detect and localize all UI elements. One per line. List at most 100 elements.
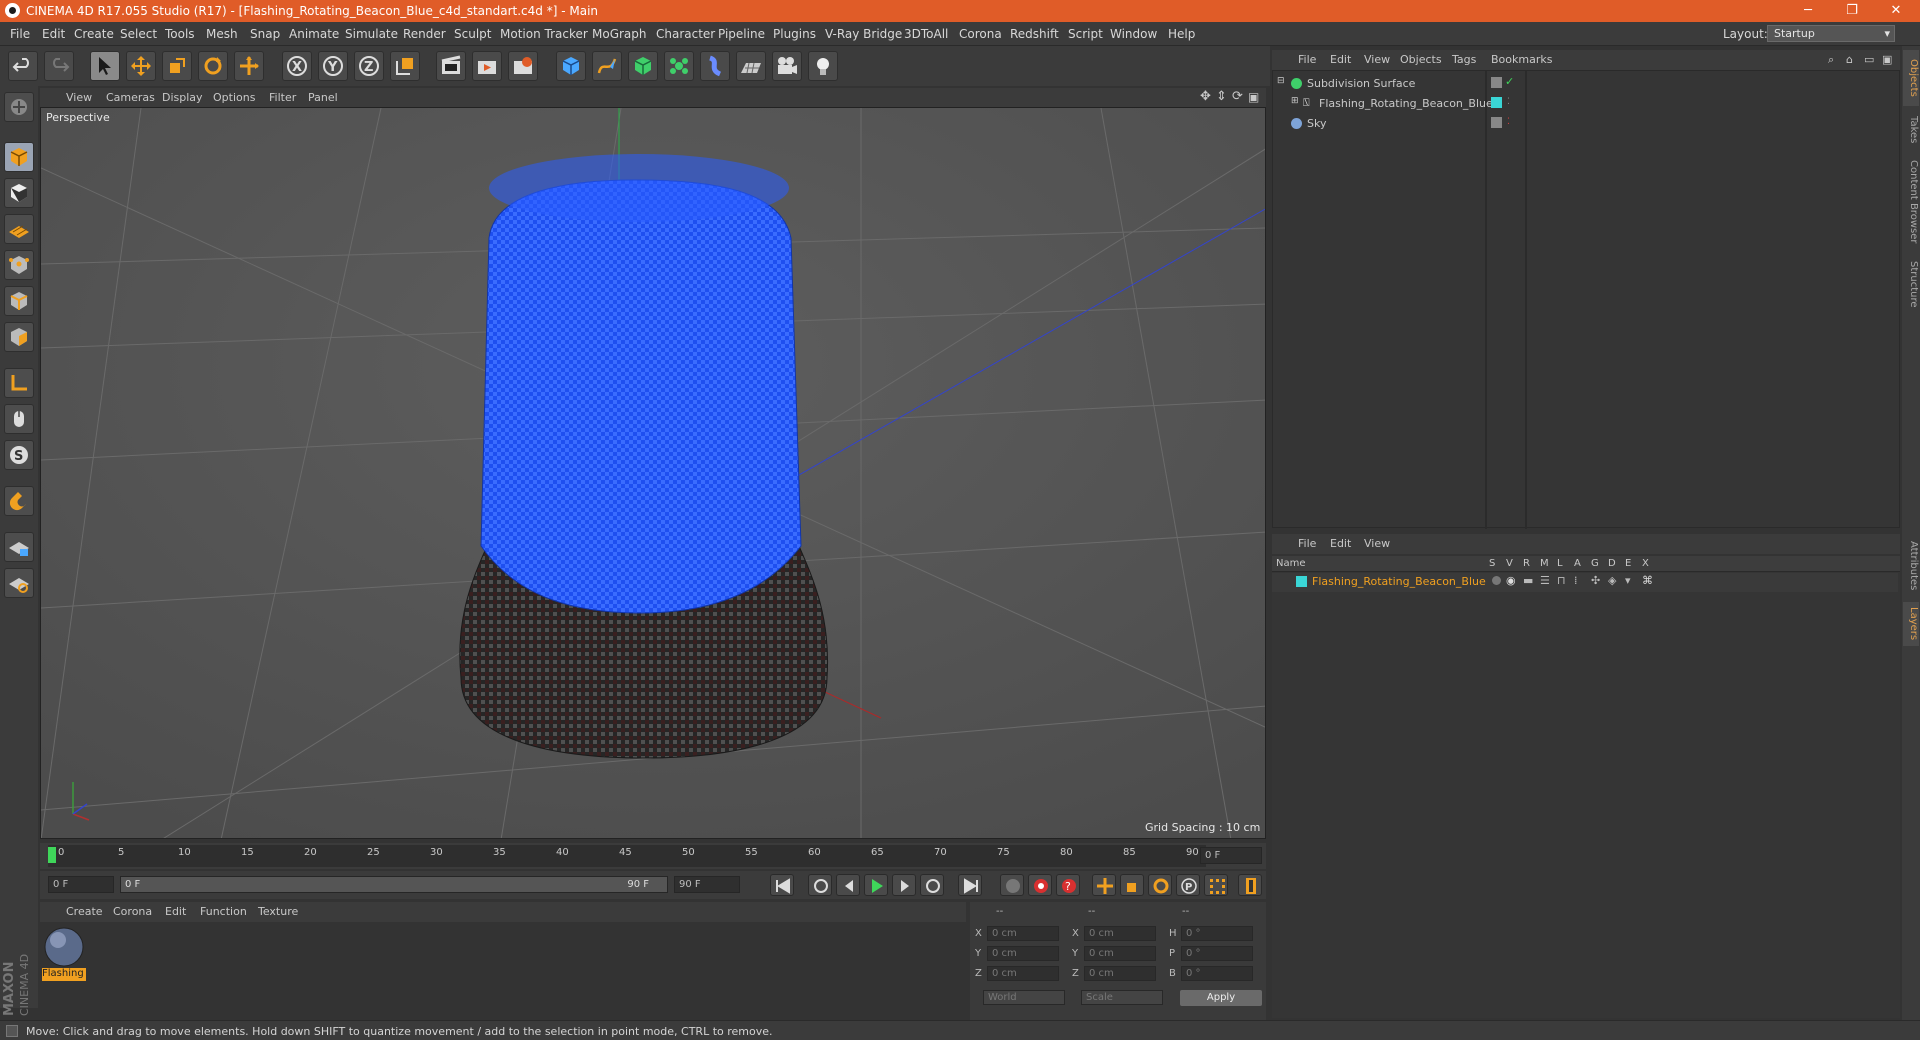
- viewport-menu-display[interactable]: Display: [162, 91, 203, 104]
- home-icon[interactable]: ⌂: [1846, 53, 1853, 66]
- key-pla-button[interactable]: [1204, 874, 1228, 896]
- menu-motion-tracker[interactable]: Motion Tracker: [500, 27, 588, 41]
- menu-file[interactable]: File: [10, 27, 30, 41]
- layer-col-animation[interactable]: A: [1574, 558, 1581, 569]
- keyframe-selection-button[interactable]: ?: [1056, 874, 1080, 896]
- add-light-button[interactable]: [808, 51, 838, 81]
- redo-button[interactable]: [44, 51, 74, 81]
- start-frame-field[interactable]: 0 F: [48, 876, 114, 893]
- tab-takes[interactable]: Takes: [1903, 110, 1919, 150]
- maximize-icon[interactable]: ▣: [1882, 53, 1892, 66]
- menu-snap[interactable]: Snap: [250, 27, 280, 41]
- restore-button[interactable]: ❐: [1830, 0, 1874, 22]
- manager-list-icon[interactable]: ☰: [1540, 574, 1550, 587]
- render-clapboard-icon[interactable]: ▬: [1523, 574, 1533, 587]
- viewport-rotate-icon[interactable]: ⟳: [1232, 89, 1243, 104]
- texture-mode-button[interactable]: [4, 178, 34, 208]
- coordinate-system-button[interactable]: [390, 51, 420, 81]
- viewport-menu-options[interactable]: Options: [213, 91, 255, 104]
- end-frame-field[interactable]: 90 F: [674, 876, 740, 893]
- rotation-b-field[interactable]: 0 °: [1181, 966, 1253, 981]
- planar-workplane-button[interactable]: [4, 568, 34, 598]
- menu-window[interactable]: Window: [1110, 27, 1157, 41]
- object-row[interactable]: ⊞ ⍂ Flashing_Rotating_Beacon_Blue ⁚: [1273, 95, 1899, 114]
- size-z-field[interactable]: 0 cm: [1084, 966, 1156, 981]
- position-z-field[interactable]: 0 cm: [987, 966, 1059, 981]
- layer-col-render[interactable]: R: [1523, 558, 1530, 569]
- lock-y-axis-button[interactable]: Y: [318, 51, 348, 81]
- add-subdivision-surface-button[interactable]: [628, 51, 658, 81]
- position-x-field[interactable]: 0 cm: [987, 926, 1059, 941]
- viewport-zoom-icon[interactable]: ⇕: [1216, 89, 1227, 104]
- current-frame-field[interactable]: 0 F: [1200, 847, 1262, 864]
- menu-animate[interactable]: Animate: [289, 27, 339, 41]
- select-tool-button[interactable]: [90, 51, 120, 81]
- beacon-model[interactable]: [459, 154, 829, 759]
- menu-sculpt[interactable]: Sculpt: [454, 27, 491, 41]
- tweak-mode-button[interactable]: [4, 404, 34, 434]
- polygons-mode-button[interactable]: [4, 322, 34, 352]
- viewport-menu-view[interactable]: View: [66, 91, 92, 104]
- visibility-dots-icon[interactable]: ⁚: [1507, 97, 1510, 107]
- key-position-button[interactable]: [1092, 874, 1116, 896]
- menu-plugins[interactable]: Plugins: [773, 27, 816, 41]
- menu-help[interactable]: Help: [1168, 27, 1195, 41]
- layer-col-solo[interactable]: S: [1489, 558, 1495, 569]
- lock-z-axis-button[interactable]: Z: [354, 51, 384, 81]
- next-key-button[interactable]: [920, 874, 944, 896]
- material-menu-create[interactable]: Create: [66, 905, 103, 918]
- add-floor-button[interactable]: [736, 51, 766, 81]
- layer-col-expressions[interactable]: E: [1625, 558, 1631, 569]
- new-view-icon[interactable]: ▭: [1864, 53, 1874, 66]
- object-name[interactable]: Subdivision Surface: [1307, 77, 1415, 90]
- menu-vray-bridge[interactable]: V-Ray Bridge: [825, 27, 902, 41]
- play-button[interactable]: [864, 874, 888, 896]
- object-menu-objects[interactable]: Objects: [1400, 53, 1442, 66]
- object-menu-edit[interactable]: Edit: [1330, 53, 1351, 66]
- go-to-end-button[interactable]: [958, 874, 982, 896]
- layer-name[interactable]: Flashing_Rotating_Beacon_Blue: [1312, 575, 1486, 588]
- autokey-button[interactable]: [1028, 874, 1052, 896]
- layer-name-column[interactable]: Name: [1276, 558, 1306, 569]
- snap-button[interactable]: S: [4, 440, 34, 470]
- size-x-field[interactable]: 0 cm: [1084, 926, 1156, 941]
- size-mode-dropdown[interactable]: Scale: [1081, 990, 1163, 1005]
- layer-col-view[interactable]: V: [1506, 558, 1513, 569]
- add-mograph-cloner-button[interactable]: [664, 51, 694, 81]
- record-keys-button[interactable]: [1000, 874, 1024, 896]
- coordinate-system-dropdown[interactable]: World: [983, 990, 1065, 1005]
- tab-layers[interactable]: Layers: [1903, 602, 1919, 646]
- tab-structure[interactable]: Structure: [1903, 254, 1919, 314]
- material-menu-function[interactable]: Function: [200, 905, 247, 918]
- object-menu-tags[interactable]: Tags: [1452, 53, 1476, 66]
- collapse-icon[interactable]: ⊟: [1277, 76, 1285, 86]
- viewport-pan-icon[interactable]: ✥: [1200, 89, 1211, 104]
- close-button[interactable]: ✕: [1874, 0, 1918, 22]
- menu-script[interactable]: Script: [1068, 27, 1103, 41]
- menu-edit[interactable]: Edit: [42, 27, 65, 41]
- add-cube-button[interactable]: [556, 51, 586, 81]
- object-menu-bookmarks[interactable]: Bookmarks: [1491, 53, 1552, 66]
- menu-mesh[interactable]: Mesh: [206, 27, 238, 41]
- axis-mode-button[interactable]: [4, 368, 34, 398]
- make-editable-button[interactable]: [4, 92, 34, 122]
- menu-redshift[interactable]: Redshift: [1010, 27, 1059, 41]
- visibility-dots-icon[interactable]: ⁚: [1507, 117, 1510, 127]
- viewport-camera-label[interactable]: Perspective: [46, 111, 110, 124]
- layer-row[interactable]: Flashing_Rotating_Beacon_Blue ◉ ▬ ☰ ⊓ ⁞ …: [1272, 573, 1898, 592]
- eye-icon[interactable]: ◉: [1506, 574, 1516, 587]
- layer-menu-view[interactable]: View: [1364, 537, 1390, 550]
- menu-corona[interactable]: Corona: [959, 27, 1002, 41]
- enabled-check-icon[interactable]: ✓: [1505, 75, 1514, 88]
- object-row[interactable]: ⊟ Subdivision Surface ✓: [1273, 75, 1899, 94]
- layer-col-manager[interactable]: M: [1540, 558, 1549, 569]
- playhead-marker[interactable]: [48, 847, 56, 863]
- frame-range-slider[interactable]: 0 F 90 F: [120, 876, 668, 893]
- points-mode-button[interactable]: [4, 250, 34, 280]
- search-icon[interactable]: ⌕: [1828, 53, 1834, 67]
- menu-character[interactable]: Character: [656, 27, 715, 41]
- object-row[interactable]: Sky ⁚: [1273, 115, 1899, 134]
- deformer-icon[interactable]: ◈: [1608, 574, 1616, 587]
- add-camera-button[interactable]: [772, 51, 802, 81]
- material-menu-texture[interactable]: Texture: [258, 905, 298, 918]
